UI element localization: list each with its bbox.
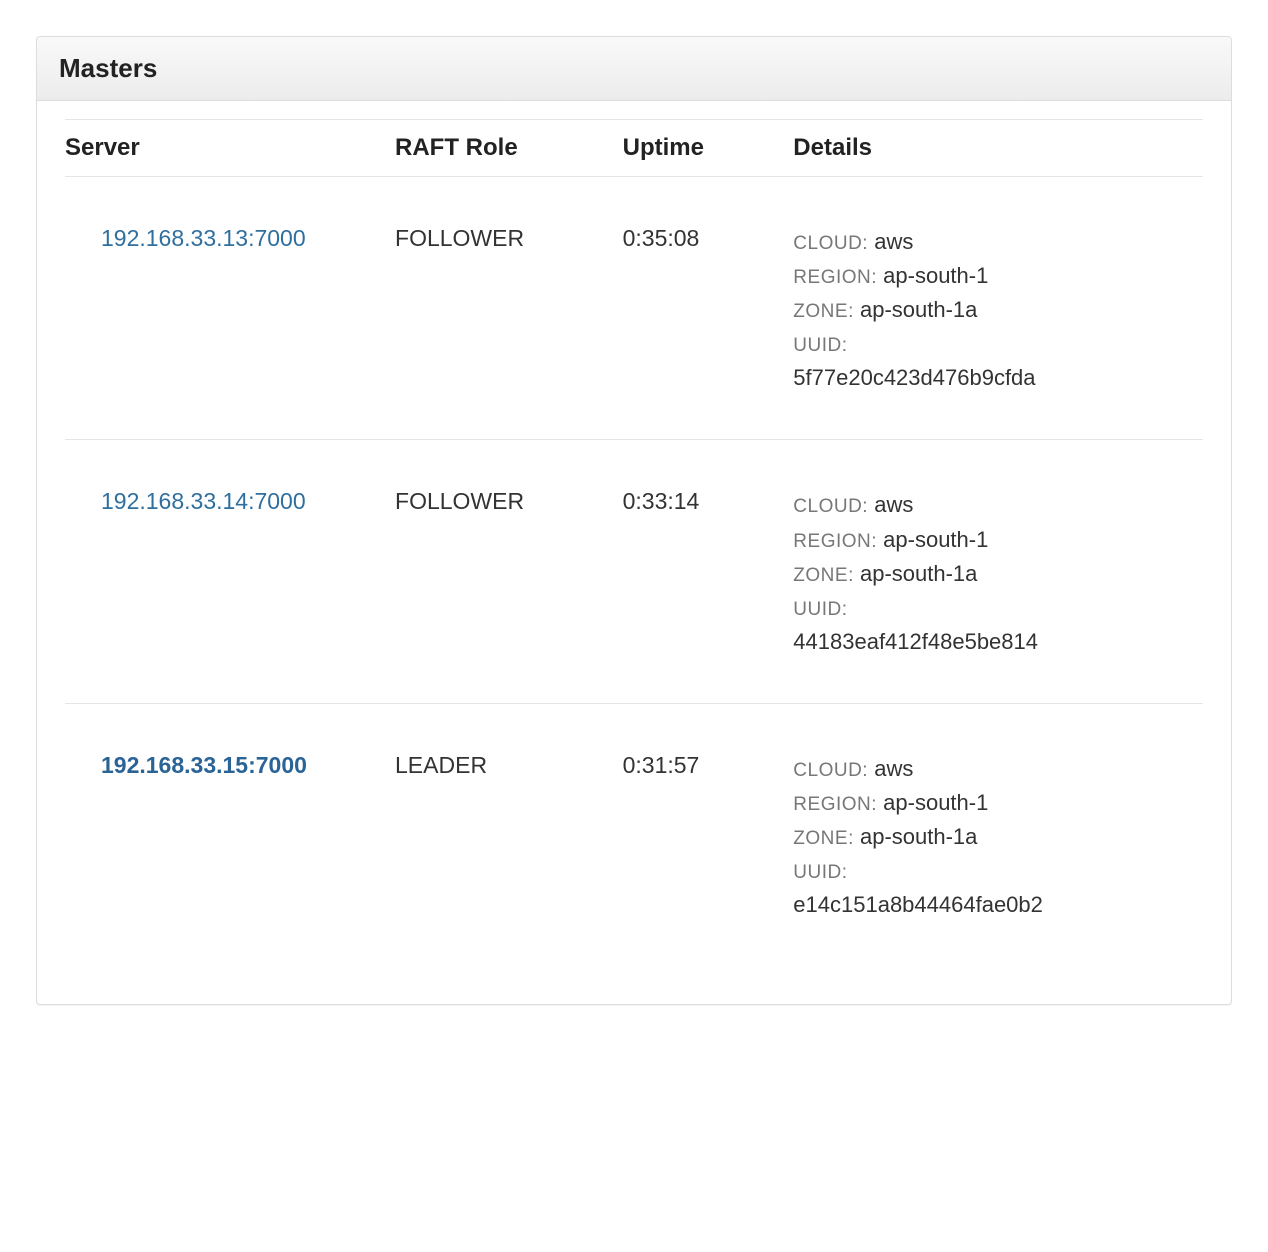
- server-link[interactable]: 192.168.33.13:7000: [101, 225, 306, 251]
- col-header-role: RAFT Role: [395, 120, 623, 177]
- col-header-details: Details: [793, 120, 1203, 177]
- table-row: 192.168.33.15:7000 LEADER 0:31:57 CLOUD:…: [65, 703, 1203, 966]
- details-value-uuid: e14c151a8b44464fae0b2: [793, 888, 1193, 922]
- details-label-region: REGION:: [793, 267, 877, 288]
- panel-body: Server RAFT Role Uptime Details 192.168.…: [37, 101, 1231, 1004]
- panel-title: Masters: [59, 53, 1209, 84]
- col-header-uptime: Uptime: [623, 120, 794, 177]
- details-label-uuid: UUID:: [793, 335, 847, 356]
- details-value-region: ap-south-1: [883, 790, 988, 815]
- uptime-cell: 0:33:14: [623, 440, 794, 703]
- details-label-cloud: CLOUD:: [793, 233, 868, 254]
- panel-heading: Masters: [37, 37, 1231, 101]
- masters-panel: Masters Server RAFT Role Uptime Details …: [36, 36, 1232, 1005]
- table-row: 192.168.33.14:7000 FOLLOWER 0:33:14 CLOU…: [65, 440, 1203, 703]
- details-value-uuid: 44183eaf412f48e5be814: [793, 625, 1193, 659]
- details-value-uuid: 5f77e20c423d476b9cfda: [793, 361, 1193, 395]
- details-label-uuid: UUID:: [793, 862, 847, 883]
- details-label-zone: ZONE:: [793, 301, 854, 322]
- details-label-uuid: UUID:: [793, 599, 847, 620]
- uptime-cell: 0:31:57: [623, 703, 794, 966]
- details-value-region: ap-south-1: [883, 527, 988, 552]
- details-label-cloud: CLOUD:: [793, 760, 868, 781]
- details-value-zone: ap-south-1a: [860, 561, 977, 586]
- details-value-zone: ap-south-1a: [860, 824, 977, 849]
- details-value-cloud: aws: [874, 229, 913, 254]
- server-link[interactable]: 192.168.33.14:7000: [101, 488, 306, 514]
- server-link[interactable]: 192.168.33.15:7000: [101, 752, 307, 778]
- details-label-zone: ZONE:: [793, 565, 854, 586]
- details-label-cloud: CLOUD:: [793, 496, 868, 517]
- uptime-cell: 0:35:08: [623, 177, 794, 440]
- details-value-region: ap-south-1: [883, 263, 988, 288]
- raft-role-cell: FOLLOWER: [395, 177, 623, 440]
- raft-role-cell: FOLLOWER: [395, 440, 623, 703]
- masters-table: Server RAFT Role Uptime Details 192.168.…: [65, 119, 1203, 966]
- details-value-cloud: aws: [874, 756, 913, 781]
- details-value-zone: ap-south-1a: [860, 297, 977, 322]
- details-block: CLOUD: aws REGION: ap-south-1 ZONE: ap-s…: [793, 752, 1193, 922]
- table-row: 192.168.33.13:7000 FOLLOWER 0:35:08 CLOU…: [65, 177, 1203, 440]
- details-value-cloud: aws: [874, 492, 913, 517]
- raft-role-cell: LEADER: [395, 703, 623, 966]
- details-block: CLOUD: aws REGION: ap-south-1 ZONE: ap-s…: [793, 488, 1193, 658]
- details-block: CLOUD: aws REGION: ap-south-1 ZONE: ap-s…: [793, 225, 1193, 395]
- details-label-zone: ZONE:: [793, 828, 854, 849]
- details-label-region: REGION:: [793, 794, 877, 815]
- details-label-region: REGION:: [793, 531, 877, 552]
- col-header-server: Server: [65, 120, 395, 177]
- table-header-row: Server RAFT Role Uptime Details: [65, 120, 1203, 177]
